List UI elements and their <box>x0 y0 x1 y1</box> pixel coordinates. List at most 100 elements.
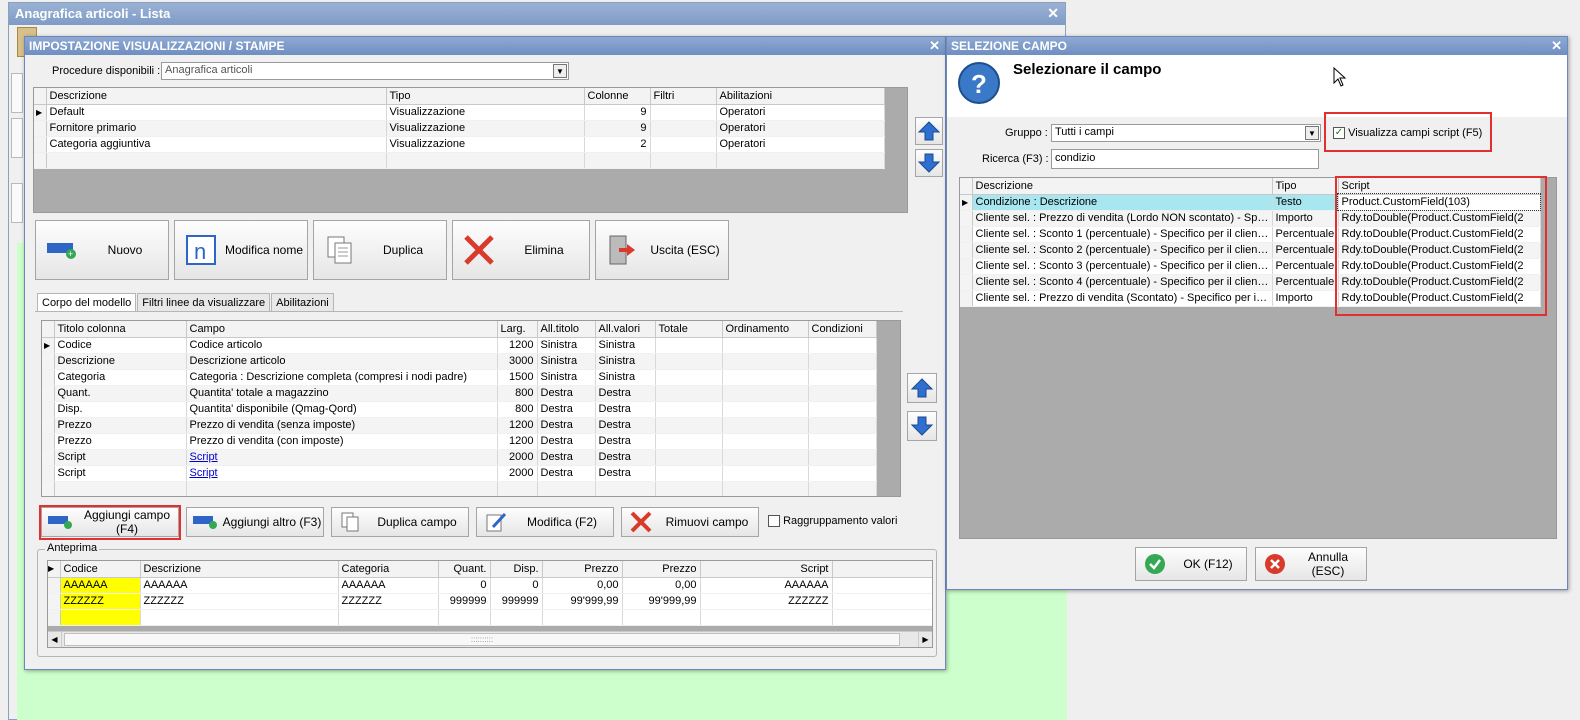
checkbox-box[interactable] <box>768 515 780 528</box>
column-header[interactable]: Descrizione <box>140 561 339 578</box>
preview-label: Anteprima <box>45 542 100 554</box>
table-row[interactable]: CodiceCodice articolo1200SinistraSinistr… <box>42 337 877 354</box>
column-header[interactable]: Prezzo <box>622 561 701 578</box>
cell <box>497 481 538 496</box>
cancel-button[interactable]: Annulla (ESC) <box>1255 547 1367 581</box>
column-header[interactable]: Titolo colonna <box>54 321 187 338</box>
cell: Percentuale <box>1272 258 1339 275</box>
script-link[interactable]: Script <box>190 451 218 463</box>
column-header[interactable]: Campo <box>186 321 498 338</box>
scroll-left-icon[interactable]: ◀ <box>48 632 62 647</box>
duplicate-field-button[interactable]: Duplica campo <box>331 507 469 537</box>
column-header[interactable]: Ordinamento <box>722 321 809 338</box>
edit-field-button[interactable]: Modifica (F2) <box>476 507 614 537</box>
table-row[interactable] <box>42 481 877 496</box>
group-select[interactable]: Tutti i campi ▼ <box>1051 124 1321 142</box>
column-header[interactable]: Categoria <box>338 561 439 578</box>
column-header[interactable]: Script <box>700 561 833 578</box>
table-row[interactable]: Script Script 2000 Destra Destra <box>42 449 877 466</box>
grouping-checkbox[interactable]: Raggruppamento valori <box>768 515 897 528</box>
column-header[interactable]: Condizioni <box>808 321 877 338</box>
tab-corpo[interactable]: Corpo del modello <box>37 293 137 312</box>
cell: Prezzo di vendita (con imposte) <box>186 433 498 450</box>
columns-grid[interactable]: Titolo colonna Campo Larg. All.titolo Al… <box>41 320 901 497</box>
scroll-right-icon[interactable]: ▶ <box>918 632 932 647</box>
cell: Importo <box>1272 290 1339 307</box>
chevron-down-icon[interactable]: ▼ <box>1305 126 1319 140</box>
table-row[interactable]: Disp. Quantita' disponibile (Qmag-Qord) 80… <box>42 401 877 418</box>
column-header[interactable]: Quant. <box>438 561 491 578</box>
chevron-down-icon[interactable]: ▼ <box>553 64 567 78</box>
table-row[interactable] <box>48 609 932 626</box>
table-row[interactable]: Descrizione Descrizione articolo 3000 Sinis… <box>42 353 877 370</box>
cell <box>490 609 543 626</box>
close-icon[interactable]: ✕ <box>1551 38 1562 54</box>
column-header[interactable]: Abilitazioni <box>716 88 885 105</box>
row-indicator <box>960 242 973 259</box>
cell: Destra <box>595 401 656 418</box>
table-row[interactable]: Prezzo Prezzo di vendita (con imposte) 120… <box>42 433 877 450</box>
cell: Destra <box>595 385 656 402</box>
column-header[interactable]: Larg. <box>497 321 538 338</box>
duplicate-button[interactable]: Duplica <box>313 220 447 280</box>
add-other-button[interactable]: Aggiungi altro (F3) <box>186 507 324 537</box>
rename-button[interactable]: n Modifica nome <box>174 220 308 280</box>
column-header[interactable]: All.titolo <box>537 321 596 338</box>
move-down-button[interactable] <box>915 149 943 177</box>
column-header[interactable]: Filtri <box>650 88 717 105</box>
table-row[interactable]: Fornitore primario Visualizzazione 9 Ope… <box>34 120 885 137</box>
column-header[interactable]: Codice <box>60 561 141 578</box>
column-header[interactable]: Tipo <box>1272 178 1339 195</box>
column-header[interactable]: All.valori <box>595 321 656 338</box>
row-indicator-header: ▶ <box>48 561 61 578</box>
cell <box>650 120 717 137</box>
table-row[interactable]: AAAAAA AAAAAA AAAAAA 0 0 0,00 0,00 AAAAA… <box>48 577 932 594</box>
cell: Destra <box>595 449 656 466</box>
views-header-row: Descrizione Tipo Colonne Filtri Abilitaz… <box>34 88 885 105</box>
cell: Destra <box>595 433 656 450</box>
close-icon[interactable]: ✕ <box>1047 5 1059 22</box>
search-input[interactable]: condizio <box>1051 149 1319 169</box>
table-row[interactable]: Script Script 2000 Destra Destra <box>42 465 877 482</box>
cell <box>722 337 809 354</box>
ok-button[interactable]: OK (F12) <box>1135 547 1247 581</box>
column-header[interactable]: Totale <box>655 321 723 338</box>
table-row[interactable]: Categoria Categoria : Descrizione complet… <box>42 369 877 386</box>
remove-field-button[interactable]: Rimuovi campo <box>621 507 759 537</box>
procedure-select[interactable]: Anagrafica articoli ▼ <box>161 62 569 80</box>
table-row[interactable]: Prezzo Prezzo di vendita (senza imposte) 1… <box>42 417 877 434</box>
table-row[interactable]: Categoria aggiuntiva Visualizzazione 2 O… <box>34 136 885 153</box>
column-header[interactable]: Descrizione <box>972 178 1273 195</box>
cell: Fornitore primario <box>46 120 387 137</box>
cell: 0 <box>490 577 543 594</box>
scroll-thumb[interactable]: :::::::::: <box>64 633 900 646</box>
column-header[interactable] <box>832 561 932 578</box>
column-header[interactable]: Prezzo <box>542 561 623 578</box>
column-header[interactable]: Descrizione <box>46 88 387 105</box>
table-row[interactable]: ZZZZZZ ZZZZZZ ZZZZZZ 999999 999999 99'99… <box>48 593 932 610</box>
table-row[interactable] <box>34 152 885 169</box>
table-row[interactable]: Default Visualizzazione 9 Operatori <box>34 104 885 121</box>
column-up-button[interactable] <box>907 373 937 403</box>
column-header[interactable]: Disp. <box>490 561 543 578</box>
cell: 99'999,99 <box>622 593 701 610</box>
tab-filtri[interactable]: Filtri linee da visualizzare <box>137 293 271 312</box>
script-link[interactable]: Script <box>190 467 218 479</box>
column-header[interactable]: Tipo <box>386 88 585 105</box>
cell: Sinistra <box>595 353 656 370</box>
row-indicator <box>42 401 55 418</box>
preview-grid[interactable]: ▶ Codice Descrizione Categoria Quant. Di… <box>47 560 933 648</box>
column-header[interactable]: Colonne <box>584 88 651 105</box>
tab-abilitazioni[interactable]: Abilitazioni <box>271 293 334 312</box>
new-button[interactable]: + Nuovo <box>35 220 169 280</box>
move-up-button[interactable] <box>915 117 943 145</box>
column-down-button[interactable] <box>907 411 937 441</box>
horizontal-scrollbar[interactable]: ◀ :::::::::: ▶ <box>48 631 932 647</box>
delete-button[interactable]: Elimina <box>452 220 590 280</box>
table-row[interactable]: Quant. Quantita' totale a magazzino 800 Des… <box>42 385 877 402</box>
views-grid[interactable]: Descrizione Tipo Colonne Filtri Abilitaz… <box>33 87 908 213</box>
cell: 0,00 <box>542 577 623 594</box>
cell: Script <box>54 449 187 466</box>
exit-button[interactable]: Uscita (ESC) <box>595 220 729 280</box>
close-icon[interactable]: ✕ <box>929 38 940 54</box>
